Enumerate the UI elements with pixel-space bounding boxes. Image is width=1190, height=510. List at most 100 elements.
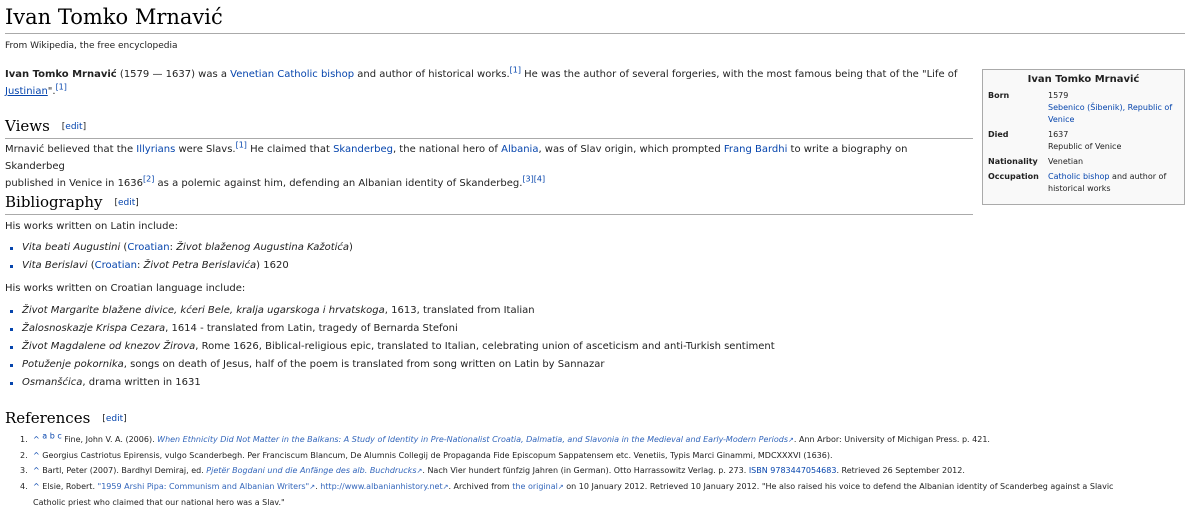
views-text: as a polemic against him, defending an A… bbox=[154, 178, 523, 189]
intro-text: and author of historical works. bbox=[354, 69, 510, 80]
reference-item: 1. ^ a b c Fine, John V. A. (2006). When … bbox=[5, 432, 1185, 448]
list-text: , songs on death of Jesus, half of the p… bbox=[123, 359, 605, 370]
born-place-link[interactable]: Sebenico (Šibenik), Republic of Venice bbox=[1048, 103, 1172, 124]
list-item: Žalosnoskazje Krispa Cezara, 1614 - tran… bbox=[5, 320, 775, 338]
born-year: 1579 bbox=[1048, 91, 1069, 100]
infobox-label: Occupation bbox=[988, 172, 1039, 181]
list-item: Potuženje pokornika, songs on death of J… bbox=[5, 356, 775, 374]
infobox-row-died: Died 1637 Republic of Venice bbox=[986, 128, 1181, 155]
reference-text: . Ann Arbor: University of Michigan Pres… bbox=[793, 435, 990, 444]
latin-works-list: Vita beati Augustini (Croatian: Život bl… bbox=[5, 239, 353, 275]
infobox-title: Ivan Tomko Mrnavić bbox=[1027, 74, 1140, 85]
citation-link[interactable]: [3] bbox=[522, 175, 533, 184]
reference-text: . Archived from bbox=[448, 482, 513, 491]
list-text: ( bbox=[87, 260, 95, 271]
intro-text: He was the author of several forgeries, … bbox=[520, 69, 958, 80]
reference-number: 4. bbox=[20, 482, 28, 491]
intro-text: ". bbox=[47, 86, 56, 97]
reference-item: 2. ^ Georgius Castriotus Epirensis, vulgo… bbox=[5, 448, 1185, 463]
occupation-link[interactable]: Catholic bishop bbox=[1048, 172, 1110, 181]
isbn-number-link[interactable]: 9783447054683 bbox=[770, 466, 836, 475]
reference-number: 3. bbox=[20, 466, 28, 475]
views-text: , was of Slav origin, which prompted bbox=[538, 144, 724, 155]
reference-text: on 10 January 2012. Retrieved 10 January… bbox=[563, 482, 1114, 491]
references-list: 1. ^ a b c Fine, John V. A. (2006). When … bbox=[5, 432, 1185, 510]
backlink[interactable]: ^ bbox=[33, 451, 40, 460]
croatian-link[interactable]: Croatian bbox=[127, 242, 169, 253]
albania-link[interactable]: Albania bbox=[501, 144, 538, 155]
reference-text: Bartl, Peter (2007). Bardhyl Demiraj, ed… bbox=[39, 466, 207, 475]
infobox-value: 1579 Sebenico (Šibenik), Republic of Veni… bbox=[1048, 89, 1181, 128]
edit-section-link[interactable]: edit bbox=[106, 414, 123, 424]
backlink[interactable]: ^ bbox=[33, 466, 40, 475]
justinian-link[interactable]: Justinian bbox=[5, 86, 48, 97]
citation-link[interactable]: [2] bbox=[143, 175, 154, 184]
reference-text: . Nach Vier hundert fünfzig Jahren (in G… bbox=[422, 466, 749, 475]
reference-number: 2. bbox=[20, 451, 28, 460]
list-item: Vita Berislavi (Croatian: Život Petra Be… bbox=[5, 257, 353, 275]
intro-text: (1579 — 1637) was a bbox=[116, 69, 231, 80]
backlink-letters[interactable]: a b c bbox=[42, 431, 61, 440]
infobox-row-occupation: Occupation Catholic bishop and author of… bbox=[986, 170, 1181, 197]
citation-link[interactable]: [1] bbox=[56, 83, 67, 92]
work-title: Život Magdalene od knezov Žirova bbox=[22, 341, 196, 352]
work-title: Vita Berislavi bbox=[22, 260, 88, 271]
section-title: Bibliography bbox=[5, 193, 103, 211]
reference-text: Fine, John V. A. (2006). bbox=[61, 435, 158, 444]
backlink[interactable]: ^ bbox=[33, 482, 40, 491]
reference-text: . Retrieved 26 September 2012. bbox=[836, 466, 965, 475]
reference-url-link[interactable]: http://www.albanianhistory.net bbox=[320, 482, 442, 491]
croatian-link[interactable]: Croatian bbox=[95, 260, 137, 271]
reference-link[interactable]: "1959 Arshi Pipa: Communism and Albanian… bbox=[98, 482, 310, 491]
work-translation: Život blaženog Augustina Kažotića bbox=[176, 242, 350, 253]
intro-paragraph: Ivan Tomko Mrnavić (1579 — 1637) was a V… bbox=[5, 66, 965, 100]
reference-item: 3. ^ Bartl, Peter (2007). Bardhyl Demiraj… bbox=[5, 463, 1185, 479]
list-text: , drama written in 1631 bbox=[82, 377, 201, 388]
illyrians-link[interactable]: Illyrians bbox=[136, 144, 175, 155]
skanderbeg-link[interactable]: Skanderbeg bbox=[333, 144, 393, 155]
reference-item: 4. ^ Elsie, Robert. "1959 Arshi Pipa: Com… bbox=[5, 479, 1185, 510]
list-text: ) bbox=[349, 242, 353, 253]
article-content: Ivan Tomko Mrnavić From Wikipedia, the f… bbox=[5, 0, 1185, 507]
views-text: He claimed that bbox=[246, 144, 334, 155]
reference-link[interactable]: When Ethnicity Did Not Matter in the Bal… bbox=[157, 435, 788, 444]
section-heading-views: Views [edit] bbox=[5, 116, 973, 139]
views-paragraph: Mrnavić believed that the Illyrians were… bbox=[5, 141, 965, 192]
citation-link[interactable]: [4] bbox=[534, 175, 545, 184]
venetian-link[interactable]: Venetian bbox=[230, 69, 274, 80]
list-text: , Rome 1626, Biblical-religious epic, tr… bbox=[195, 341, 775, 352]
infobox-value: Catholic bishop and author of historical… bbox=[1048, 170, 1181, 197]
site-subtitle: From Wikipedia, the free encyclopedia bbox=[5, 41, 178, 51]
page-title: Ivan Tomko Mrnavić bbox=[5, 0, 1185, 34]
infobox-value: Venetian bbox=[1048, 157, 1084, 166]
infobox-table: Born 1579 Sebenico (Šibenik), Republic of… bbox=[986, 89, 1181, 197]
edit-section-link[interactable]: edit bbox=[118, 198, 135, 208]
croatian-works-list: Život Margarite blažene divice, kćeri Be… bbox=[5, 302, 775, 392]
backlink[interactable]: ^ bbox=[33, 435, 40, 444]
reference-text: Georgius Castriotus Epirensis, vulgo Sca… bbox=[39, 451, 833, 460]
section-title: Views bbox=[5, 117, 50, 135]
views-text: were Slavs. bbox=[175, 144, 236, 155]
list-text: , 1614 - translated from Latin, tragedy … bbox=[165, 323, 458, 334]
infobox: Ivan Tomko Mrnavić Born 1579 Sebenico (Ši… bbox=[982, 69, 1185, 205]
citation-link[interactable]: [1] bbox=[510, 66, 521, 75]
died-place: Republic of Venice bbox=[1048, 142, 1122, 151]
work-translation: Život Petra Berislavića bbox=[143, 260, 257, 271]
frang-bardhi-link[interactable]: Frang Bardhi bbox=[724, 144, 788, 155]
list-item: Život Magdalene od knezov Žirova, Rome 1… bbox=[5, 338, 775, 356]
isbn-link[interactable]: ISBN bbox=[749, 466, 768, 475]
infobox-row-born: Born 1579 Sebenico (Šibenik), Republic of… bbox=[986, 89, 1181, 128]
infobox-label: Born bbox=[988, 91, 1010, 100]
work-title: Potuženje pokornika bbox=[22, 359, 124, 370]
archive-link[interactable]: the original bbox=[512, 482, 558, 491]
citation-link[interactable]: [1] bbox=[236, 141, 247, 150]
infobox-label: Died bbox=[988, 130, 1009, 139]
croatian-works-intro: His works written on Croatian language i… bbox=[5, 283, 246, 294]
views-text: Mrnavić believed that the bbox=[5, 144, 137, 155]
work-title: Žalosnoskazje Krispa Cezara bbox=[22, 323, 166, 334]
reference-link[interactable]: Pjetër Bogdani und die Anfänge des alb. … bbox=[206, 466, 416, 475]
catholic-bishop-link[interactable]: Catholic bishop bbox=[277, 69, 354, 80]
list-text: ) 1620 bbox=[256, 260, 289, 271]
list-text: , 1613, translated from Italian bbox=[384, 305, 535, 316]
edit-section-link[interactable]: edit bbox=[65, 122, 82, 132]
